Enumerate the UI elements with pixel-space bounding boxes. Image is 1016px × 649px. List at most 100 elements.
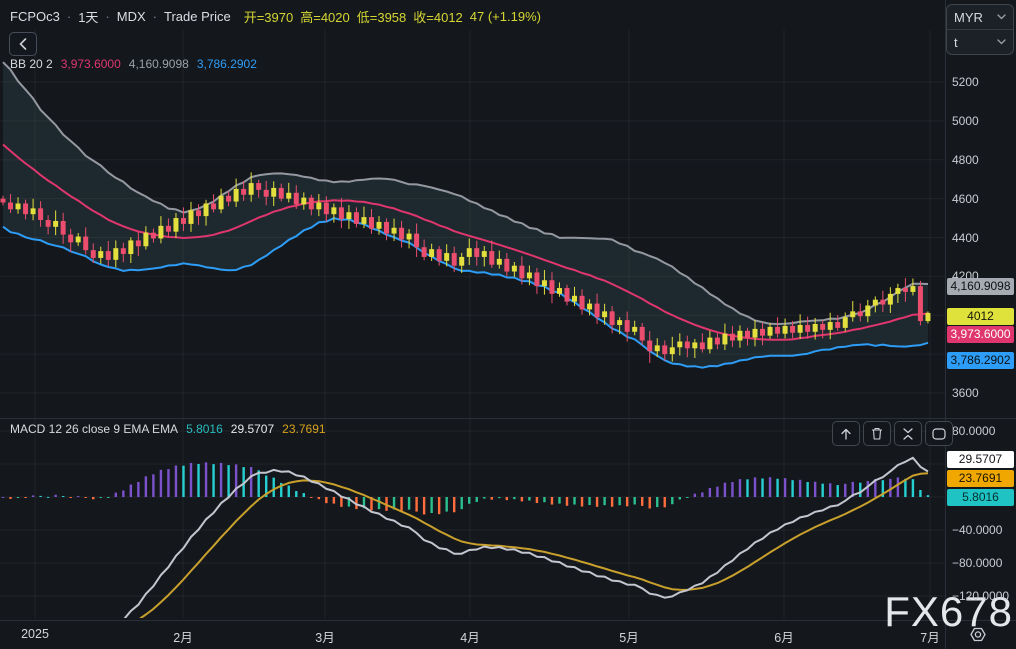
macd-histogram-bar <box>340 497 343 507</box>
macd-histogram-bar <box>528 497 531 501</box>
candle-body <box>797 324 803 333</box>
macd-histogram-bar <box>513 497 516 500</box>
separator: · <box>152 9 157 24</box>
time-axis-label: 7月 <box>920 631 940 645</box>
candle-body <box>414 233 420 248</box>
candle-body <box>775 326 781 334</box>
macd-histogram-bar <box>197 463 200 497</box>
macd-histogram-bar <box>610 497 614 507</box>
candle-body <box>135 240 141 247</box>
candle-body <box>308 197 314 210</box>
move-pane-up-button[interactable] <box>832 421 860 446</box>
candle-body <box>684 341 690 349</box>
axis-tick-label: 5000 <box>952 113 979 128</box>
candle-body <box>782 325 788 334</box>
macd-title: MACD 12 26 close 9 EMA EMA <box>10 422 179 436</box>
candle-body <box>15 203 21 210</box>
candle-body <box>617 320 623 325</box>
interval[interactable]: 1天 <box>78 7 98 26</box>
time-axis-label: 2025 <box>21 627 49 641</box>
macd-histogram-bar <box>490 497 493 500</box>
macd-histogram-bar <box>535 497 539 504</box>
candle-body <box>98 251 104 258</box>
macd-histogram-bar <box>829 483 832 497</box>
macd-histogram-bar <box>167 469 170 497</box>
candle-body <box>120 248 126 255</box>
candle-body <box>45 220 51 227</box>
price-axis[interactable]: 4,160.9098 4012 3,973.6000 3,786.2902 29… <box>946 0 1016 620</box>
candle-body <box>842 317 848 328</box>
low-value: 低=3958 <box>356 10 407 25</box>
macd-histogram-bar <box>182 465 185 497</box>
candle-body <box>376 221 382 229</box>
candle-body <box>647 340 653 352</box>
macd-histogram-bar <box>332 497 336 504</box>
bb-indicator-row[interactable]: BB 20 2 3,973.6000 4,160.9098 3,786.2902 <box>10 57 257 71</box>
high-value: 高=4020 <box>300 10 350 25</box>
price-type: Trade Price <box>164 9 231 24</box>
axis-tick-label: 80.0000 <box>952 424 996 438</box>
macd-histogram-bar <box>92 497 95 500</box>
macd-histogram-bar <box>498 497 501 499</box>
candle-body <box>564 288 570 302</box>
candle-body <box>474 248 480 257</box>
macd-histogram-bar <box>325 497 328 504</box>
macd-histogram-bar <box>189 462 193 497</box>
macd-histogram-bar <box>272 477 275 497</box>
chevron-left-icon <box>19 38 27 50</box>
candle-body <box>609 311 615 325</box>
candle-body <box>632 326 638 332</box>
chart-canvas[interactable] <box>0 0 1016 649</box>
macd-indicator-row[interactable]: MACD 12 26 close 9 EMA EMA 5.8016 29.570… <box>10 422 326 436</box>
candle-body <box>158 225 164 239</box>
time-axis-label: 5月 <box>619 631 639 645</box>
maximize-pane-button[interactable] <box>925 421 953 446</box>
candle-body <box>248 183 254 195</box>
candle-body <box>917 286 923 322</box>
candle-body <box>707 337 713 350</box>
delete-pane-button[interactable] <box>863 421 891 446</box>
macd-histogram-bar <box>798 479 802 497</box>
currency-dropdown[interactable]: MYR <box>947 5 1013 29</box>
candle-body <box>895 288 901 294</box>
pane-divider[interactable] <box>0 418 1016 419</box>
macd-line-value: 29.5707 <box>230 422 275 436</box>
unit-dropdown[interactable]: t <box>947 29 1013 54</box>
macd-histogram-bar <box>377 497 381 510</box>
symbol-name[interactable]: FCPOc3 <box>10 9 60 24</box>
macd-histogram-bar <box>310 497 313 498</box>
macd-histogram-bar <box>77 496 80 498</box>
macd-histogram-bar <box>919 489 922 497</box>
macd-histogram-bar <box>219 462 223 497</box>
macd-histogram-bar <box>573 497 576 505</box>
time-axis[interactable]: 2025 2月 3月 4月 5月 6月 7月 <box>0 620 1016 649</box>
macd-histogram-bar <box>475 497 478 502</box>
candle-body <box>83 236 89 251</box>
macd-histogram-bar <box>144 476 148 497</box>
candle-body <box>429 249 435 257</box>
candle-body <box>767 326 773 336</box>
collapse-pane-button[interactable] <box>894 421 922 446</box>
bb-lower-axis-label: 3,786.2902 <box>947 352 1014 369</box>
macd-histogram-bar <box>686 497 689 498</box>
separator: · <box>105 9 110 24</box>
bollinger-upper-line <box>2 61 929 325</box>
macd-line-axis-label: 29.5707 <box>947 451 1014 468</box>
back-button[interactable] <box>9 32 37 56</box>
candle-body <box>910 286 916 292</box>
bb-upper-axis-label: 4,160.9098 <box>947 278 1014 295</box>
candle-body <box>872 299 878 306</box>
candle-body <box>60 220 66 235</box>
candle-body <box>865 305 871 317</box>
macd-histogram-bar <box>866 480 869 497</box>
macd-histogram-bar <box>716 486 719 497</box>
currency-value: MYR <box>954 9 983 25</box>
candle-body <box>594 303 600 318</box>
chart-settings-button[interactable] <box>967 625 989 644</box>
macd-histogram-bar <box>648 497 651 509</box>
candle-body <box>286 192 292 199</box>
candle-body <box>105 251 111 260</box>
candle-body <box>30 208 36 215</box>
candle-body <box>639 326 645 341</box>
macd-histogram-bar <box>844 483 847 497</box>
